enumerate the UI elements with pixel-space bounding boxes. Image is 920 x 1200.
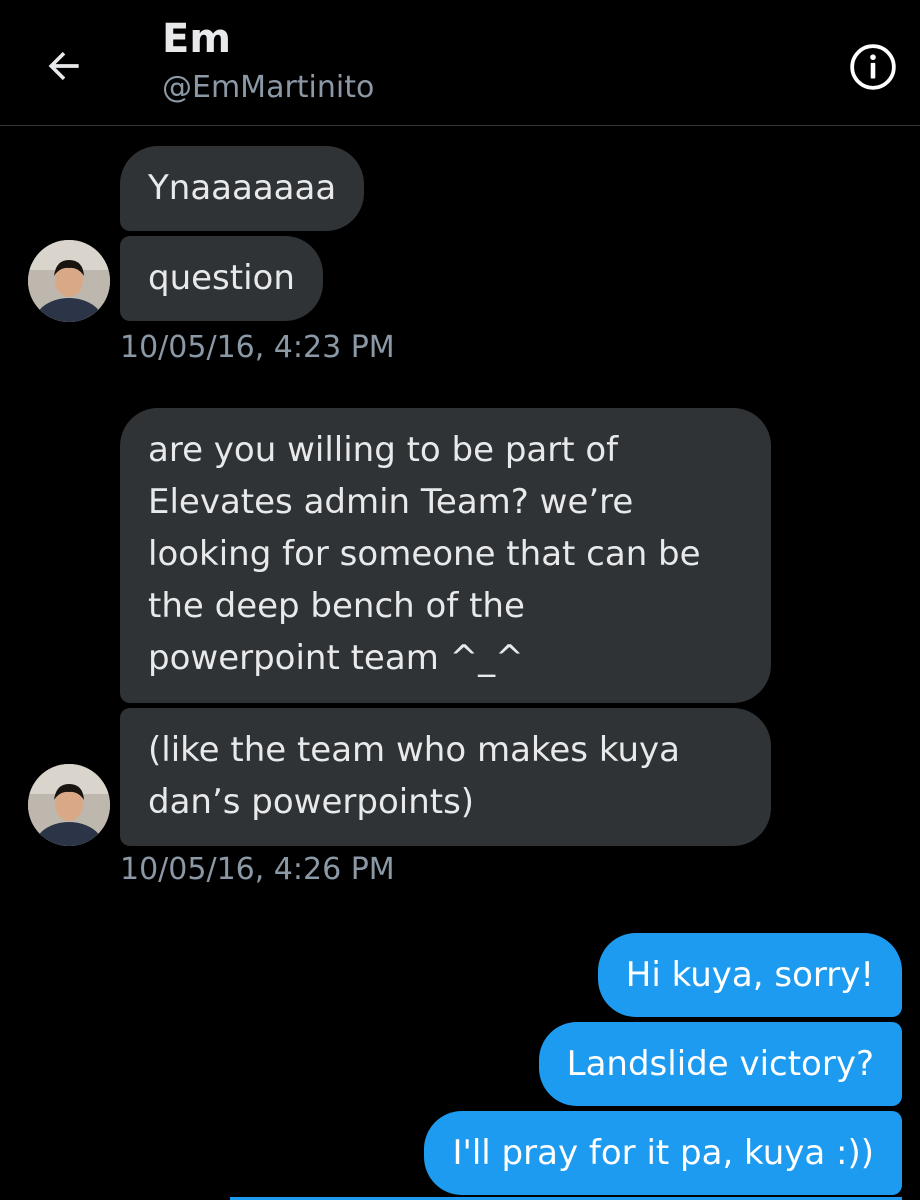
- contact-avatar[interactable]: [28, 240, 110, 322]
- back-button[interactable]: [38, 40, 90, 92]
- info-circle-icon: [850, 44, 896, 90]
- conversation-title[interactable]: Em @EmMartinito: [162, 14, 374, 108]
- contact-display-name: Em: [162, 16, 232, 62]
- message-bubble-outgoing[interactable]: Hi kuya, sorry!: [597, 933, 902, 1017]
- arrow-left-icon: [48, 51, 79, 81]
- contact-avatar[interactable]: [28, 764, 110, 846]
- message-bubble-outgoing[interactable]: I'll pray for it pa, kuya :)): [424, 1111, 902, 1195]
- avatar-photo: [28, 240, 110, 322]
- conversation-header: Em @EmMartinito: [0, 0, 920, 126]
- message-bubble-outgoing[interactable]: Landslide victory?: [538, 1022, 902, 1106]
- message-bubble-incoming[interactable]: Ynaaaaaaa: [120, 146, 365, 231]
- contact-handle: @EmMartinito: [162, 70, 375, 105]
- avatar-photo: [28, 764, 110, 846]
- message-bubble-incoming[interactable]: question: [120, 236, 323, 321]
- message-bubble-incoming[interactable]: are you willing to be part of Elevates a…: [120, 408, 771, 703]
- message-timestamp: 10/05/16, 4:26 PM: [120, 852, 395, 887]
- conversation-info-button[interactable]: [848, 42, 898, 92]
- message-timestamp: 10/05/16, 4:23 PM: [120, 330, 395, 365]
- message-bubble-incoming[interactable]: (like the team who makes kuya dan’s powe…: [120, 708, 771, 846]
